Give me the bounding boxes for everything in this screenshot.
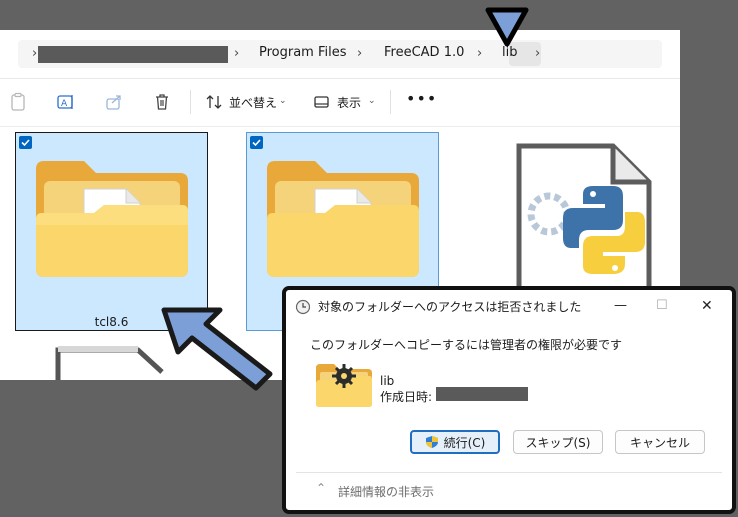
- redacted-date: [436, 387, 528, 401]
- item-name: lib: [380, 374, 395, 388]
- breadcrumb-freecad[interactable]: FreeCAD 1.0: [384, 45, 464, 60]
- folder-gear-icon: [316, 364, 372, 407]
- details-toggle[interactable]: ⌃ 詳細情報の非表示: [296, 472, 722, 507]
- continue-button[interactable]: 続行(C): [410, 430, 500, 454]
- chevron-right-icon[interactable]: ›: [32, 46, 37, 61]
- maximize-button[interactable]: ☐: [656, 298, 668, 313]
- sort-button[interactable]: 並べ替え: [229, 94, 277, 111]
- rename-icon[interactable]: A: [56, 92, 76, 112]
- skip-label: スキップ(S): [525, 435, 591, 450]
- chevron-up-icon: ⌃: [316, 481, 327, 495]
- chevron-right-icon[interactable]: ›: [234, 46, 239, 61]
- share-icon[interactable]: [104, 92, 124, 112]
- address-bar: › › Program Files › FreeCAD 1.0 › lib ›: [0, 30, 680, 79]
- svg-text:A: A: [61, 99, 68, 109]
- chevron-down-icon[interactable]: ⌄: [279, 96, 287, 106]
- chevron-right-icon[interactable]: ›: [477, 46, 482, 61]
- dialog-title-bar: 対象のフォルダーへのアクセスは拒否されました — ☐ ✕: [286, 290, 732, 324]
- continue-label: 続行(C): [443, 435, 486, 450]
- skip-button[interactable]: スキップ(S): [513, 430, 603, 454]
- uac-shield-icon: [425, 436, 438, 448]
- annotation-arrow: [161, 307, 273, 391]
- breadcrumb[interactable]: › › Program Files › FreeCAD 1.0 › lib ›: [18, 40, 662, 68]
- minimize-button[interactable]: —: [614, 298, 627, 313]
- view-button[interactable]: 表示: [337, 94, 361, 111]
- toolbar-divider: [390, 90, 391, 114]
- created-label: 作成日時:: [380, 390, 433, 404]
- close-button[interactable]: ✕: [701, 298, 713, 314]
- details-toggle-label: 詳細情報の非表示: [338, 485, 435, 499]
- cancel-label: キャンセル: [629, 435, 690, 450]
- clock-icon: [295, 299, 311, 315]
- folder-icon: [267, 161, 419, 277]
- dialog-message: このフォルダーへコピーするには管理者の権限が必要です: [310, 338, 623, 352]
- command-bar: A 並べ替え ⌄ 表示 ⌄ •••: [0, 78, 680, 127]
- cancel-button[interactable]: キャンセル: [615, 430, 705, 454]
- view-icon[interactable]: [312, 92, 332, 112]
- chevron-right-icon[interactable]: ›: [535, 46, 540, 61]
- chevron-right-icon[interactable]: ›: [357, 46, 362, 61]
- delete-icon[interactable]: [152, 92, 172, 112]
- toolbar-divider: [190, 90, 191, 114]
- file-icon: [55, 346, 164, 380]
- more-options-icon[interactable]: •••: [406, 89, 437, 108]
- redacted-path: [38, 46, 228, 63]
- dialog-title: 対象のフォルダーへのアクセスは拒否されました: [318, 300, 582, 314]
- access-denied-dialog: 対象のフォルダーへのアクセスは拒否されました — ☐ ✕ このフォルダーへコピー…: [282, 286, 736, 514]
- folder-icon: [36, 161, 188, 277]
- python-file-icon: [516, 143, 652, 302]
- paste-icon[interactable]: [8, 92, 28, 112]
- sort-icon[interactable]: [204, 92, 224, 112]
- pointer-triangle-annotation: [485, 7, 529, 47]
- breadcrumb-program-files[interactable]: Program Files: [259, 45, 347, 60]
- chevron-down-icon[interactable]: ⌄: [368, 96, 376, 106]
- checkbox-icon[interactable]: [250, 136, 263, 149]
- checkbox-icon[interactable]: [19, 136, 32, 149]
